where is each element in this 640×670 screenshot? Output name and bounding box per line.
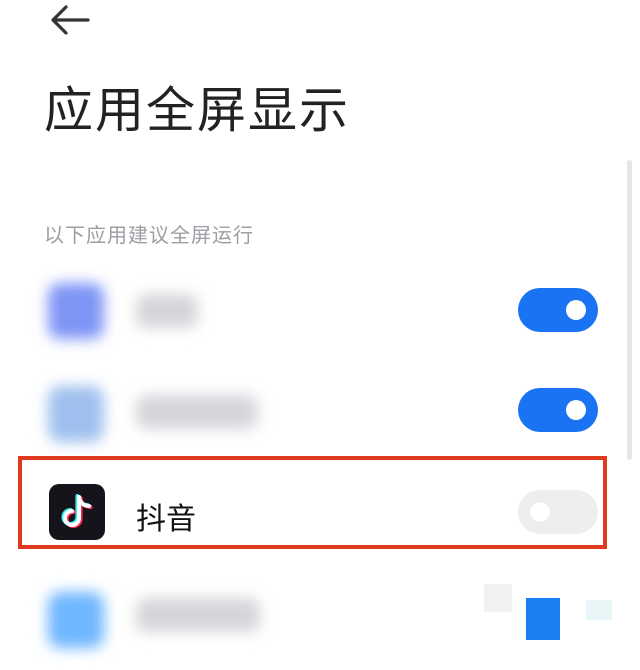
watermark-block xyxy=(560,572,582,598)
toggle-knob xyxy=(566,300,586,320)
section-label: 以下应用建议全屏运行 xyxy=(44,223,254,247)
toggle-knob xyxy=(566,400,586,420)
app-name-redacted xyxy=(136,294,198,328)
highlight-box xyxy=(18,456,607,549)
list-item[interactable] xyxy=(0,362,640,466)
fullscreen-toggle[interactable] xyxy=(518,288,598,332)
arrow-left-icon xyxy=(51,5,90,35)
watermark-block xyxy=(484,584,512,612)
page-title: 应用全屏显示 xyxy=(44,82,351,139)
list-item[interactable] xyxy=(0,258,640,362)
fullscreen-toggle[interactable] xyxy=(518,388,598,432)
watermark-block xyxy=(586,600,612,620)
app-icon xyxy=(48,283,104,339)
app-name-redacted xyxy=(136,598,260,632)
app-name-redacted xyxy=(136,395,258,429)
watermark-block xyxy=(526,598,560,640)
back-button[interactable] xyxy=(44,2,94,38)
app-icon xyxy=(48,386,104,442)
